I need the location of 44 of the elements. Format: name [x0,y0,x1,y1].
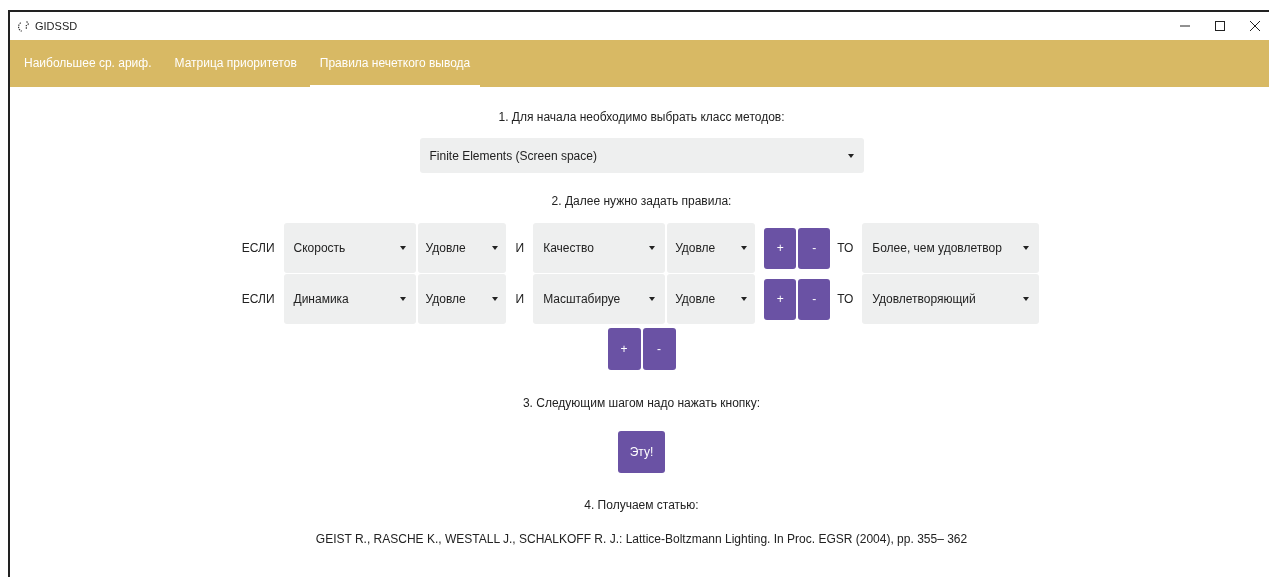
result-dropdown[interactable]: Удовлетворяющий [862,274,1040,324]
if-label: ЕСЛИ [241,292,275,306]
add-condition-button[interactable]: + [764,227,797,269]
remove-rule-button[interactable]: - [642,328,676,370]
window-title: GIDSSD [35,20,78,32]
parameter-dropdown[interactable]: Качество [533,223,666,273]
and-label: И [515,241,525,255]
caret-icon [1023,297,1030,301]
run-button[interactable]: Эту! [618,431,665,473]
result-dropdown[interactable]: Более, чем удовлетвор [862,223,1040,273]
caret-icon [399,297,406,301]
caret-icon [649,297,656,301]
parameter-dropdown[interactable]: Скорость [283,223,416,273]
value-dropdown[interactable]: Удовле [667,223,756,273]
add-rule-button[interactable]: + [607,328,641,370]
caret-icon [649,246,656,250]
step-label: 3. Следующим шагом надо нажать кнопку: [522,396,761,410]
citation-text: GEIST R., RASCHE K., WESTALL J., SCHALKOFF R. J.: Lattice-Boltzmann Lighting. In Proc. EGSR (2004), pp. 355– 362 [315,532,968,546]
then-label: ТО [837,241,854,255]
caret-icon [741,246,748,250]
if-label: ЕСЛИ [241,241,275,255]
app-icon [18,19,31,33]
parameter-dropdown[interactable]: Масштабируе [533,274,666,324]
caret-icon [741,297,748,301]
step-label: 4. Получаем статью: [584,498,699,512]
value-dropdown[interactable]: Удовле [417,274,506,324]
close-icon[interactable] [1250,21,1260,31]
step-label: 2. Далее нужно задать правила: [551,194,732,208]
caret-icon [491,246,498,250]
caret-icon [847,153,854,158]
then-label: ТО [837,292,854,306]
caret-icon [399,246,406,250]
caret-icon [491,297,498,301]
remove-condition-button[interactable]: - [798,227,831,269]
parameter-dropdown[interactable]: Динамика [283,274,416,324]
and-label: И [515,292,525,306]
remove-condition-button[interactable]: - [798,278,831,320]
value-dropdown[interactable]: Удовле [667,274,756,324]
method-dropdown[interactable]: Finite Elements (Screen space) [419,138,864,173]
value-dropdown[interactable]: Удовле [417,223,506,273]
maximize-icon[interactable] [1215,21,1225,31]
step-label: 1. Для начала необходимо выбрать класс методов: [498,110,785,124]
add-condition-button[interactable]: + [764,278,797,320]
caret-icon [1023,246,1030,250]
